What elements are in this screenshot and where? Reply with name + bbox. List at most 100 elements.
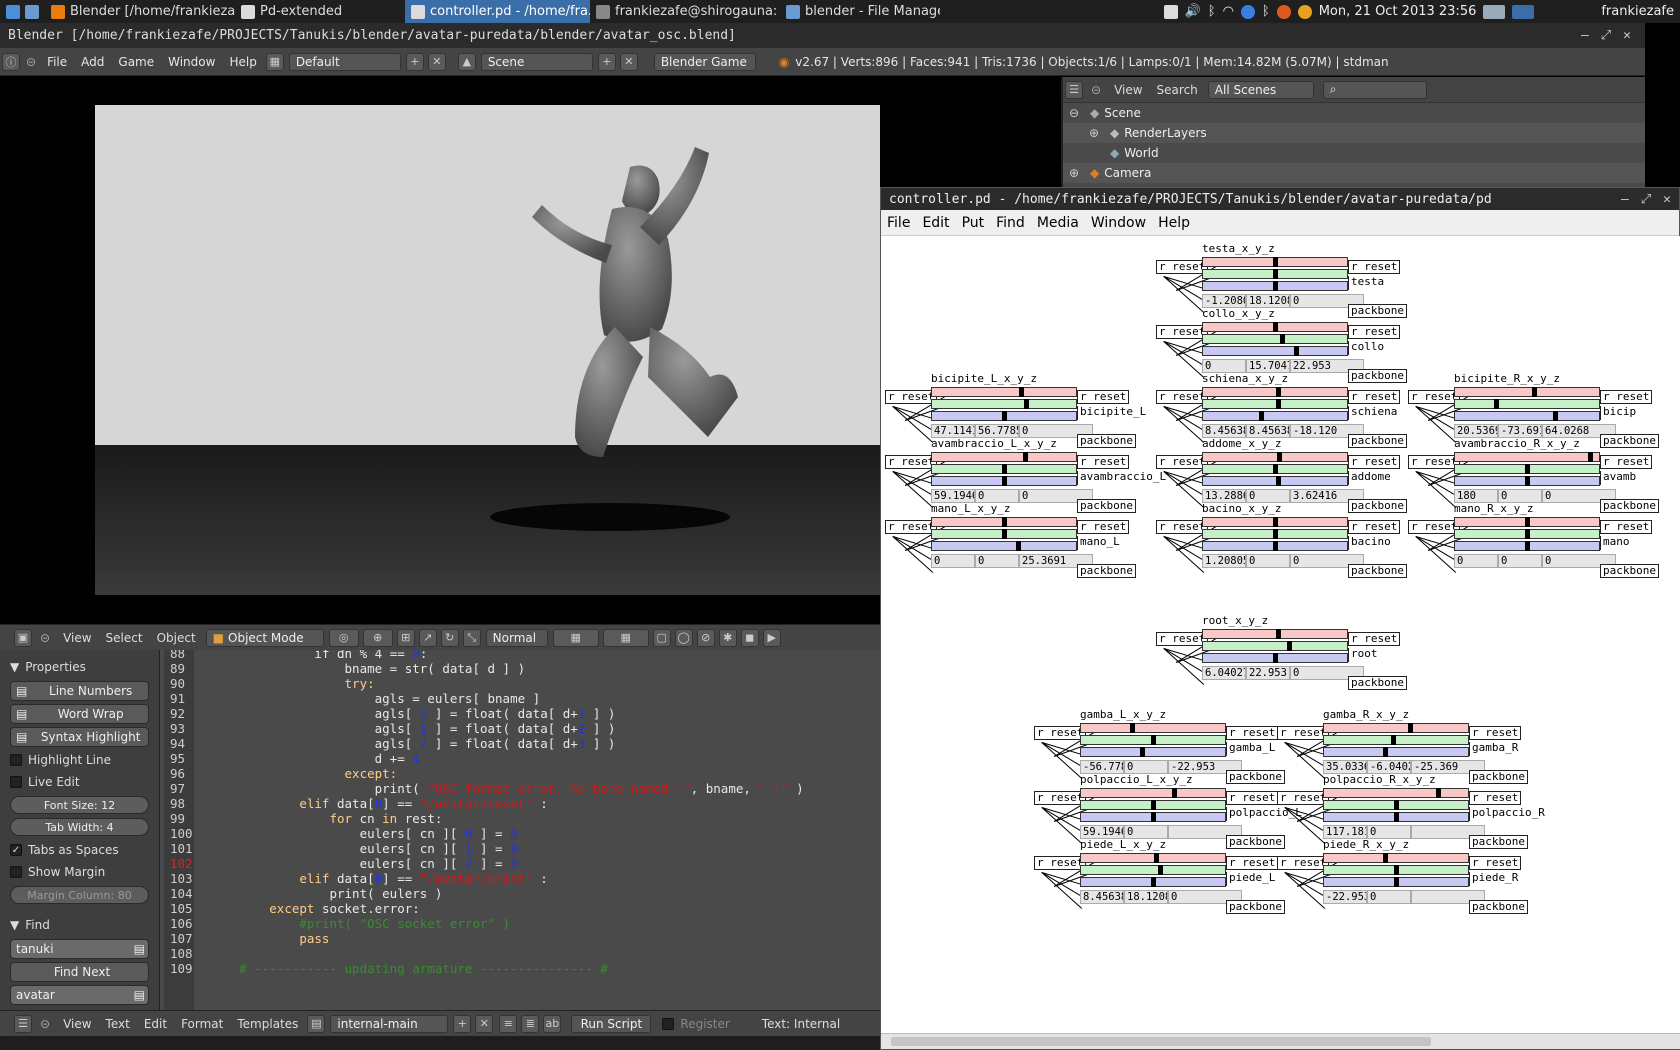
pd-slider-handle[interactable] [1002, 517, 1007, 527]
scene-icon[interactable]: ▲ [457, 52, 476, 71]
pd-slider-handle[interactable] [1494, 399, 1500, 409]
pd-slider-x[interactable] [1080, 853, 1226, 863]
pd-bone-name-message[interactable]: gamba_R [1469, 742, 1521, 756]
text-menu-templates[interactable]: Templates [230, 1017, 305, 1031]
pd-slider-handle[interactable] [1525, 529, 1530, 539]
pd-number-box-y[interactable]: -6.0402 [1367, 760, 1411, 774]
code-line[interactable]: 100 eulers[ cn ][ 0 ] = 0 [160, 826, 518, 842]
pd-slider-x[interactable] [1202, 517, 1348, 527]
pd-packbone-object[interactable]: packbone [1469, 900, 1528, 914]
outliner-item-scene[interactable]: ⊖ ◆ Scene [1063, 103, 1645, 123]
pd-slider-z[interactable] [1454, 411, 1600, 421]
pd-slider-handle[interactable] [1525, 464, 1530, 474]
tabs-as-spaces-checkbox[interactable]: ✓ Tabs as Spaces [10, 840, 149, 860]
pd-menu-window[interactable]: Window [1085, 215, 1152, 231]
code-line[interactable]: 89 bname = str( data[ d ] ) [160, 661, 525, 677]
snap-icon[interactable]: ⊘ [696, 628, 715, 647]
pd-slider-handle[interactable] [1259, 411, 1264, 421]
pd-slider-handle[interactable] [1408, 723, 1413, 733]
code-line[interactable]: 108 [160, 946, 194, 962]
checkbox-box[interactable] [10, 776, 22, 788]
pd-number-box-y[interactable]: 22.953 [1246, 666, 1290, 680]
pd-slider-handle[interactable] [1391, 735, 1397, 745]
render-icon[interactable]: ◼ [740, 628, 759, 647]
pd-slider-y[interactable] [1202, 334, 1348, 344]
pd-bone-name-message[interactable]: bicipite_L [1077, 406, 1149, 420]
code-line[interactable]: 101 eulers[ cn ][ 1 ] = 0 [160, 841, 518, 857]
pd-number-box-y[interactable]: -73.691 [1498, 424, 1542, 438]
screen-layout-field[interactable]: Default [288, 52, 401, 71]
weather-icon[interactable] [1297, 4, 1312, 19]
code-line[interactable]: 107 pass [160, 931, 329, 947]
checkbox-box[interactable]: ✓ [10, 844, 22, 856]
outliner-search-input[interactable]: ⌕ [1322, 80, 1427, 99]
rotate-icon[interactable]: ↻ [440, 628, 459, 647]
add-text-icon[interactable]: + [453, 1014, 472, 1033]
pd-bone-name-message[interactable]: piede_L [1226, 872, 1278, 886]
replace-input[interactable]: avatar ▤ [10, 985, 149, 1005]
outliner-item-camera[interactable]: ⊕ ◆ Camera [1063, 163, 1645, 183]
pd-slider-handle[interactable] [1275, 476, 1281, 486]
pd-slider-handle[interactable] [1153, 853, 1159, 863]
pd-receive-reset-object[interactable]: r reset [1277, 791, 1330, 805]
expand-icon[interactable]: ⊕ [1089, 126, 1105, 140]
pd-slider-z[interactable] [1454, 476, 1600, 486]
viewport-menu-select[interactable]: Select [99, 631, 150, 645]
pd-slider-handle[interactable] [1525, 541, 1530, 551]
pd-number-box-x[interactable]: -56.778 [1080, 760, 1124, 774]
pd-number-box-y[interactable]: 0 [1367, 890, 1411, 904]
maximize-icon[interactable]: ⤢ [1601, 28, 1611, 43]
pd-slider-handle[interactable] [1394, 812, 1399, 822]
object-mode-select[interactable]: ■ Object Mode [205, 628, 324, 647]
close-icon[interactable]: ✕ [1623, 28, 1631, 43]
pd-menu-find[interactable]: Find [990, 215, 1031, 231]
pd-slider-handle[interactable] [1436, 788, 1441, 798]
layers-icon[interactable]: ▦ [552, 628, 599, 647]
pd-slider-y[interactable] [1454, 399, 1600, 409]
menu-help[interactable]: Help [222, 55, 263, 69]
menu-file[interactable]: File [40, 55, 74, 69]
eyedropper-icon[interactable]: ▤ [134, 942, 145, 956]
pd-slider-z[interactable] [1202, 281, 1348, 291]
pd-number-box-x[interactable]: 0 [1454, 554, 1498, 568]
pd-number-box-x[interactable]: 0 [1202, 359, 1246, 373]
pd-slider-y[interactable] [1202, 464, 1348, 474]
text-datablock-icon[interactable]: ▤ [307, 1014, 326, 1033]
taskbar-window-4[interactable]: frankiezafe@shirogauna: ~... [590, 0, 780, 23]
pd-slider-z[interactable] [931, 541, 1077, 551]
pd-slider-z[interactable] [1080, 877, 1226, 887]
code-line[interactable]: 109 # ----------- updating armature ----… [160, 961, 608, 977]
pd-number-box-x[interactable]: -22.953 [1323, 890, 1367, 904]
pd-slider-y[interactable] [1202, 529, 1348, 539]
pd-receive-reset-object[interactable]: r reset [1277, 726, 1330, 740]
pd-slider-y[interactable] [1202, 641, 1348, 651]
pd-bone-name-message[interactable]: avamb [1600, 471, 1639, 485]
pd-number-box-y[interactable]: 0 [1367, 825, 1411, 839]
pd-slider-handle[interactable] [1394, 865, 1399, 875]
bluetooth-icon-2[interactable]: ᛒ [1262, 4, 1270, 19]
pd-slider-y[interactable] [1323, 800, 1469, 810]
pd-slider-z[interactable] [1202, 541, 1348, 551]
pd-slider-handle[interactable] [1139, 747, 1145, 757]
expand-icon[interactable]: ⊖ [1069, 106, 1085, 120]
manipulator-icon[interactable]: ⊞ [396, 628, 415, 647]
pd-slider-x[interactable] [1454, 452, 1600, 462]
snap-target-icon[interactable]: ✱ [718, 628, 737, 647]
show-margin-checkbox[interactable]: Show Margin [10, 862, 149, 882]
render-engine-select[interactable]: Blender Game [653, 52, 756, 71]
checkbox-box[interactable] [10, 866, 22, 878]
pd-receive-reset-object[interactable]: r reset [1408, 390, 1461, 404]
add-scene-icon[interactable]: + [597, 52, 616, 71]
pd-slider-x[interactable] [1202, 629, 1348, 639]
pd-receive-reset-object[interactable]: r reset [1156, 325, 1209, 339]
pd-number-box-y[interactable]: 0 [1498, 554, 1542, 568]
collapse-icon[interactable]: ⊝ [26, 55, 36, 69]
pd-slider-y[interactable] [931, 529, 1077, 539]
pd-reset-output-object[interactable]: r reset [1226, 726, 1279, 740]
syntax-highlight-button[interactable]: ▤ Syntax Highlight [10, 727, 149, 747]
pd-bone-name-message[interactable]: avambraccio_L [1077, 471, 1169, 485]
outliner-editor-icon[interactable]: ☰ [1065, 80, 1083, 99]
pd-slider-y[interactable] [931, 464, 1077, 474]
pd-slider-y[interactable] [1080, 800, 1226, 810]
properties-section-header[interactable]: ▼ Properties [10, 656, 149, 678]
